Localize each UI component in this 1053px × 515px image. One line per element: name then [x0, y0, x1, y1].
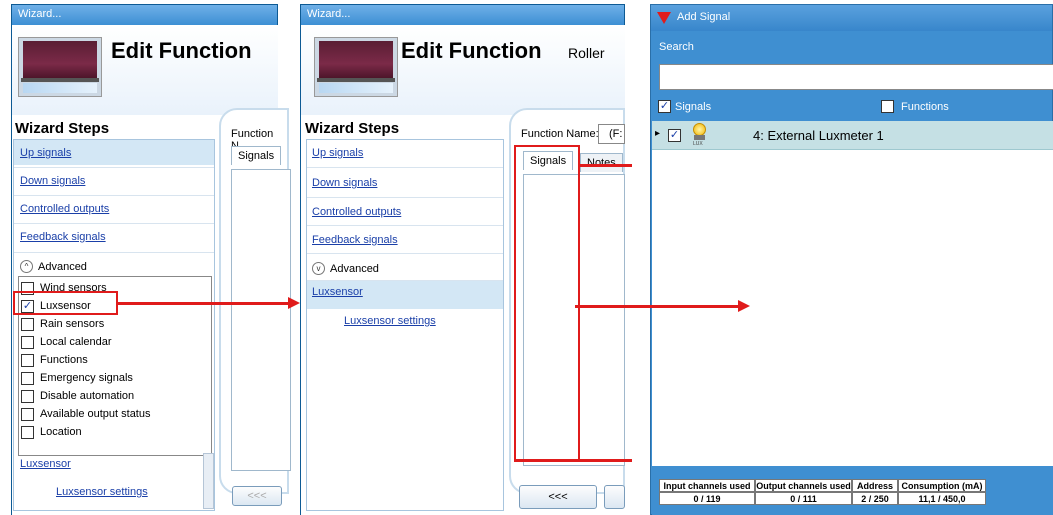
rain-sensors-label: Rain sensors — [40, 318, 105, 330]
step-divider — [14, 252, 214, 253]
search-input[interactable] — [659, 64, 1053, 90]
arrow-1-head — [288, 297, 300, 309]
wizard-steps-title: Wizard Steps — [15, 120, 110, 137]
wizard-steps-panel: Up signals Down signals Controlled outpu… — [306, 139, 504, 511]
value-input-channels: 0 / 119 — [659, 492, 755, 505]
add-signal-window: Add Signal Search ✓ Signals Functions ▸ … — [650, 4, 1053, 515]
step-luxsensor[interactable]: Luxsensor — [312, 286, 363, 298]
arrow-2-line — [575, 305, 740, 308]
local-calendar-checkbox[interactable] — [21, 336, 34, 349]
step-up-signals[interactable]: Up signals — [20, 147, 71, 159]
step-luxsensor[interactable]: Luxsensor — [20, 458, 71, 470]
window-2-titlebar: Wizard... — [301, 5, 624, 25]
step-divider — [307, 253, 503, 254]
page-title: Edit Function — [111, 38, 252, 63]
step-luxsensor-settings[interactable]: Luxsensor settings — [344, 315, 436, 327]
add-signal-title: Add Signal — [677, 11, 731, 23]
step-down-signals[interactable]: Down signals — [312, 177, 377, 189]
search-label: Search — [659, 41, 694, 53]
available-output-status-label: Available output status — [40, 408, 151, 420]
signal-row[interactable]: ▸ ✓ LUX 4: External Luxmeter 1 — [652, 121, 1053, 150]
next-button[interactable] — [604, 485, 625, 509]
arrow-1-line — [118, 302, 290, 305]
back-button[interactable]: <<< — [232, 486, 282, 506]
page-title: Edit Function — [401, 38, 542, 63]
advanced-label[interactable]: Advanced — [38, 261, 87, 273]
roller-blind-icon — [314, 37, 398, 97]
expand-arrow-icon[interactable]: ▸ — [655, 128, 660, 139]
step-up-signals[interactable]: Up signals — [312, 147, 363, 159]
header-subtitle: Roller — [568, 45, 605, 61]
signals-filter-label: Signals — [675, 101, 712, 113]
step-divider — [14, 167, 214, 168]
roller-blind-icon — [18, 37, 102, 97]
function-name-input[interactable]: (F: — [598, 124, 625, 144]
location-checkbox[interactable] — [21, 426, 34, 439]
signals-tab-highlight-box — [514, 145, 580, 462]
signal-row-label: 4: External Luxmeter 1 — [753, 128, 884, 143]
warning-triangle-icon — [657, 12, 671, 24]
step-divider — [307, 225, 503, 226]
signal-row-checkbox[interactable]: ✓ — [668, 129, 681, 142]
functions-filter-label: Functions — [901, 101, 949, 113]
step-divider — [307, 167, 503, 168]
header-address: Address — [852, 479, 898, 492]
steps-scrollbar[interactable] — [203, 453, 214, 509]
header-output-channels: Output channels used — [755, 479, 852, 492]
value-consumption: 11,1 / 450,0 — [898, 492, 986, 505]
window-1-titlebar: Wizard... — [12, 5, 277, 25]
functions-label: Functions — [40, 354, 88, 366]
rain-sensors-checkbox[interactable] — [21, 318, 34, 331]
value-output-channels: 0 / 111 — [755, 492, 852, 505]
function-name-label: Function Name: — [521, 128, 599, 140]
tab-signals[interactable]: Signals — [231, 146, 282, 165]
header-input-channels: Input channels used — [659, 479, 755, 492]
emergency-signals-checkbox[interactable] — [21, 372, 34, 385]
step-controlled-outputs[interactable]: Controlled outputs — [20, 203, 109, 215]
advanced-label[interactable]: Advanced — [330, 263, 379, 275]
back-button[interactable]: <<< — [519, 485, 597, 509]
step-feedback-signals[interactable]: Feedback signals — [312, 234, 398, 246]
wizard-window-1: Wizard... Edit Function Wizard Steps Up … — [11, 4, 291, 515]
step-controlled-outputs[interactable]: Controlled outputs — [312, 206, 401, 218]
signals-box-bottom-connector — [516, 459, 632, 462]
step-divider — [14, 195, 214, 196]
luxsensor-highlight-box — [13, 291, 118, 315]
signal-list: ▸ ✓ LUX 4: External Luxmeter 1 — [652, 121, 1053, 466]
emergency-signals-label: Emergency signals — [40, 372, 133, 384]
add-signal-titlebar: Add Signal — [651, 5, 1052, 31]
functions-filter-checkbox[interactable] — [881, 100, 894, 113]
tab-notes[interactable]: Notes — [580, 153, 623, 172]
window-1-client: Edit Function Wizard Steps Up signals Do… — [12, 25, 291, 515]
wizard-steps-title: Wizard Steps — [305, 120, 400, 137]
header-consumption: Consumption (mA) — [898, 479, 986, 492]
step-down-signals[interactable]: Down signals — [20, 175, 85, 187]
lightbulb-icon: LUX — [690, 123, 710, 147]
arrow-2-head — [738, 300, 750, 312]
status-bar: Input channels used Output channels used… — [652, 466, 1053, 515]
location-label: Location — [40, 426, 82, 438]
functions-checkbox[interactable] — [21, 354, 34, 367]
advanced-expand-icon[interactable]: v — [312, 262, 325, 275]
disable-automation-label: Disable automation — [40, 390, 135, 402]
disable-automation-checkbox[interactable] — [21, 390, 34, 403]
signals-tab-content — [231, 169, 291, 471]
step-divider — [14, 223, 214, 224]
signals-filter-checkbox[interactable]: ✓ — [658, 100, 671, 113]
available-output-status-checkbox[interactable] — [21, 408, 34, 421]
local-calendar-label: Local calendar — [40, 336, 112, 348]
step-divider — [307, 197, 503, 198]
wizard-steps-panel: Up signals Down signals Controlled outpu… — [13, 139, 215, 511]
signals-box-top-connector — [580, 164, 632, 167]
value-address: 2 / 250 — [852, 492, 898, 505]
step-luxsensor-settings[interactable]: Luxsensor settings — [56, 486, 148, 498]
advanced-collapse-icon[interactable]: ^ — [20, 260, 33, 273]
lux-caption: LUX — [693, 141, 703, 147]
step-feedback-signals[interactable]: Feedback signals — [20, 231, 106, 243]
